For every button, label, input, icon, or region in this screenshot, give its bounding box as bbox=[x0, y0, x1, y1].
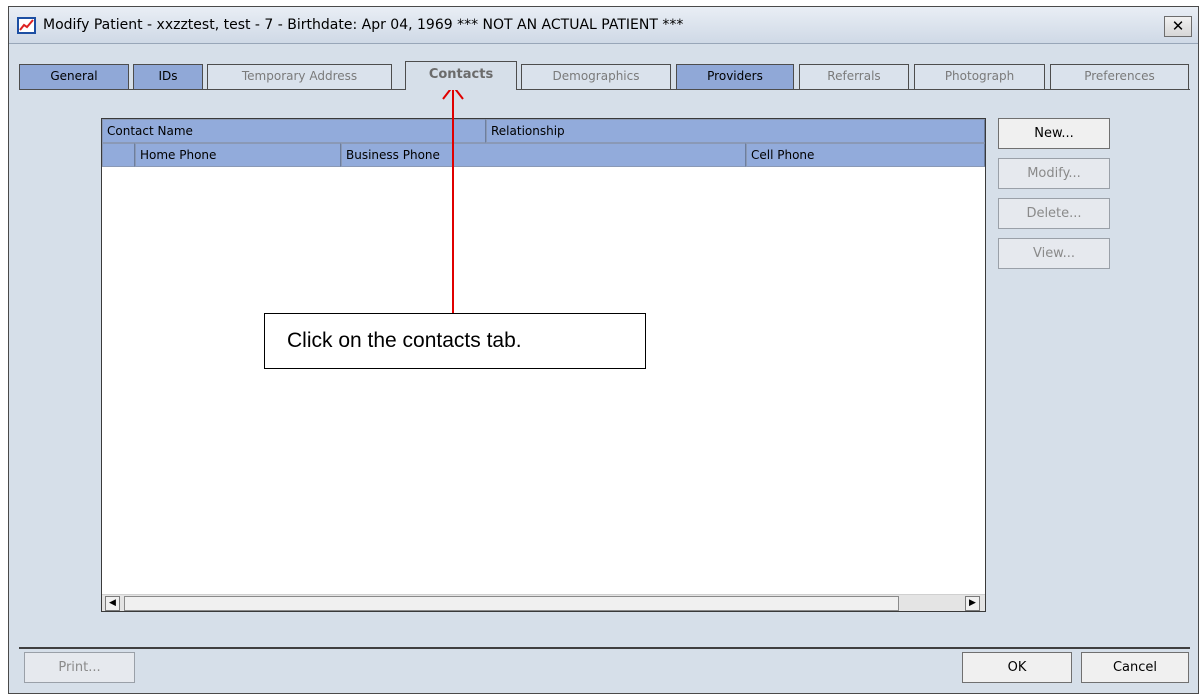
window-title: Modify Patient - xxzztest, test - 7 - Bi… bbox=[43, 17, 684, 33]
column-row-selector bbox=[102, 143, 135, 167]
delete-button[interactable]: Delete... bbox=[998, 198, 1110, 229]
print-button[interactable]: Print... bbox=[24, 652, 135, 683]
column-relationship[interactable]: Relationship bbox=[486, 119, 985, 143]
modify-button[interactable]: Modify... bbox=[998, 158, 1110, 189]
tab-photograph[interactable]: Photograph bbox=[914, 64, 1045, 89]
callout-arrow bbox=[442, 84, 464, 313]
ok-button[interactable]: OK bbox=[962, 652, 1072, 683]
close-icon: ✕ bbox=[1171, 17, 1185, 35]
view-button[interactable]: View... bbox=[998, 238, 1110, 269]
close-button[interactable]: ✕ bbox=[1164, 16, 1192, 37]
tab-general[interactable]: General bbox=[19, 64, 129, 89]
tab-providers[interactable]: Providers bbox=[676, 64, 794, 89]
title-bar[interactable]: Modify Patient - xxzztest, test - 7 - Bi… bbox=[9, 7, 1198, 44]
scroll-thumb[interactable] bbox=[124, 596, 899, 611]
tab-strip: General IDs Temporary Address Contacts D… bbox=[19, 61, 1189, 91]
tab-temporary-address[interactable]: Temporary Address bbox=[207, 64, 392, 89]
column-business-phone[interactable]: Business Phone bbox=[341, 143, 746, 167]
scroll-left-icon[interactable]: ◀ bbox=[105, 596, 120, 611]
column-contact-name[interactable]: Contact Name bbox=[102, 119, 486, 143]
tab-preferences[interactable]: Preferences bbox=[1050, 64, 1189, 89]
chart-icon bbox=[17, 17, 36, 34]
instruction-callout: Click on the contacts tab. bbox=[264, 313, 646, 369]
tab-contacts[interactable]: Contacts bbox=[405, 61, 517, 90]
scroll-right-icon[interactable]: ▶ bbox=[965, 596, 980, 611]
cancel-button[interactable]: Cancel bbox=[1081, 652, 1189, 683]
column-cell-phone[interactable]: Cell Phone bbox=[746, 143, 985, 167]
tab-referrals[interactable]: Referrals bbox=[799, 64, 909, 89]
tab-ids[interactable]: IDs bbox=[133, 64, 203, 89]
column-home-phone[interactable]: Home Phone bbox=[135, 143, 341, 167]
tab-demographics[interactable]: Demographics bbox=[521, 64, 671, 89]
horizontal-scrollbar[interactable]: ◀ ▶ bbox=[102, 594, 985, 611]
new-button[interactable]: New... bbox=[998, 118, 1110, 149]
